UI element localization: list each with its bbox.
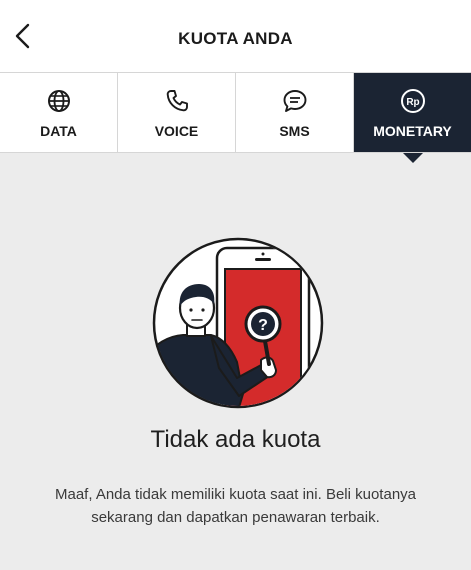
phone-icon [166, 90, 188, 112]
empty-state-title: Tidak ada kuota [150, 426, 321, 453]
svg-text:?: ? [258, 317, 268, 334]
tab-monetary-label: MONETARY [373, 123, 452, 139]
tab-sms-label: SMS [279, 123, 310, 139]
empty-state-description: Maaf, Anda tidak memiliki kuota saat ini… [54, 486, 417, 526]
globe-icon [47, 90, 70, 112]
tab-bar: DATA VOICE SMS Rp MONETARY [0, 72, 471, 163]
empty-state-illustration: ? [151, 236, 325, 410]
chat-bubble-icon [283, 90, 306, 112]
tab-data[interactable]: DATA [0, 73, 118, 152]
tab-sms[interactable]: SMS [236, 73, 354, 152]
tab-voice[interactable]: VOICE [118, 73, 236, 152]
page-title: KUOTA ANDA [178, 29, 293, 48]
header: KUOTA ANDA [0, 0, 471, 72]
tab-data-label: DATA [40, 123, 77, 139]
tab-monetary[interactable]: Rp MONETARY [354, 73, 471, 163]
tab-voice-label: VOICE [154, 123, 199, 139]
rupiah-coin-icon: Rp [400, 89, 425, 113]
rupiah-coin-symbol: Rp [406, 97, 419, 108]
